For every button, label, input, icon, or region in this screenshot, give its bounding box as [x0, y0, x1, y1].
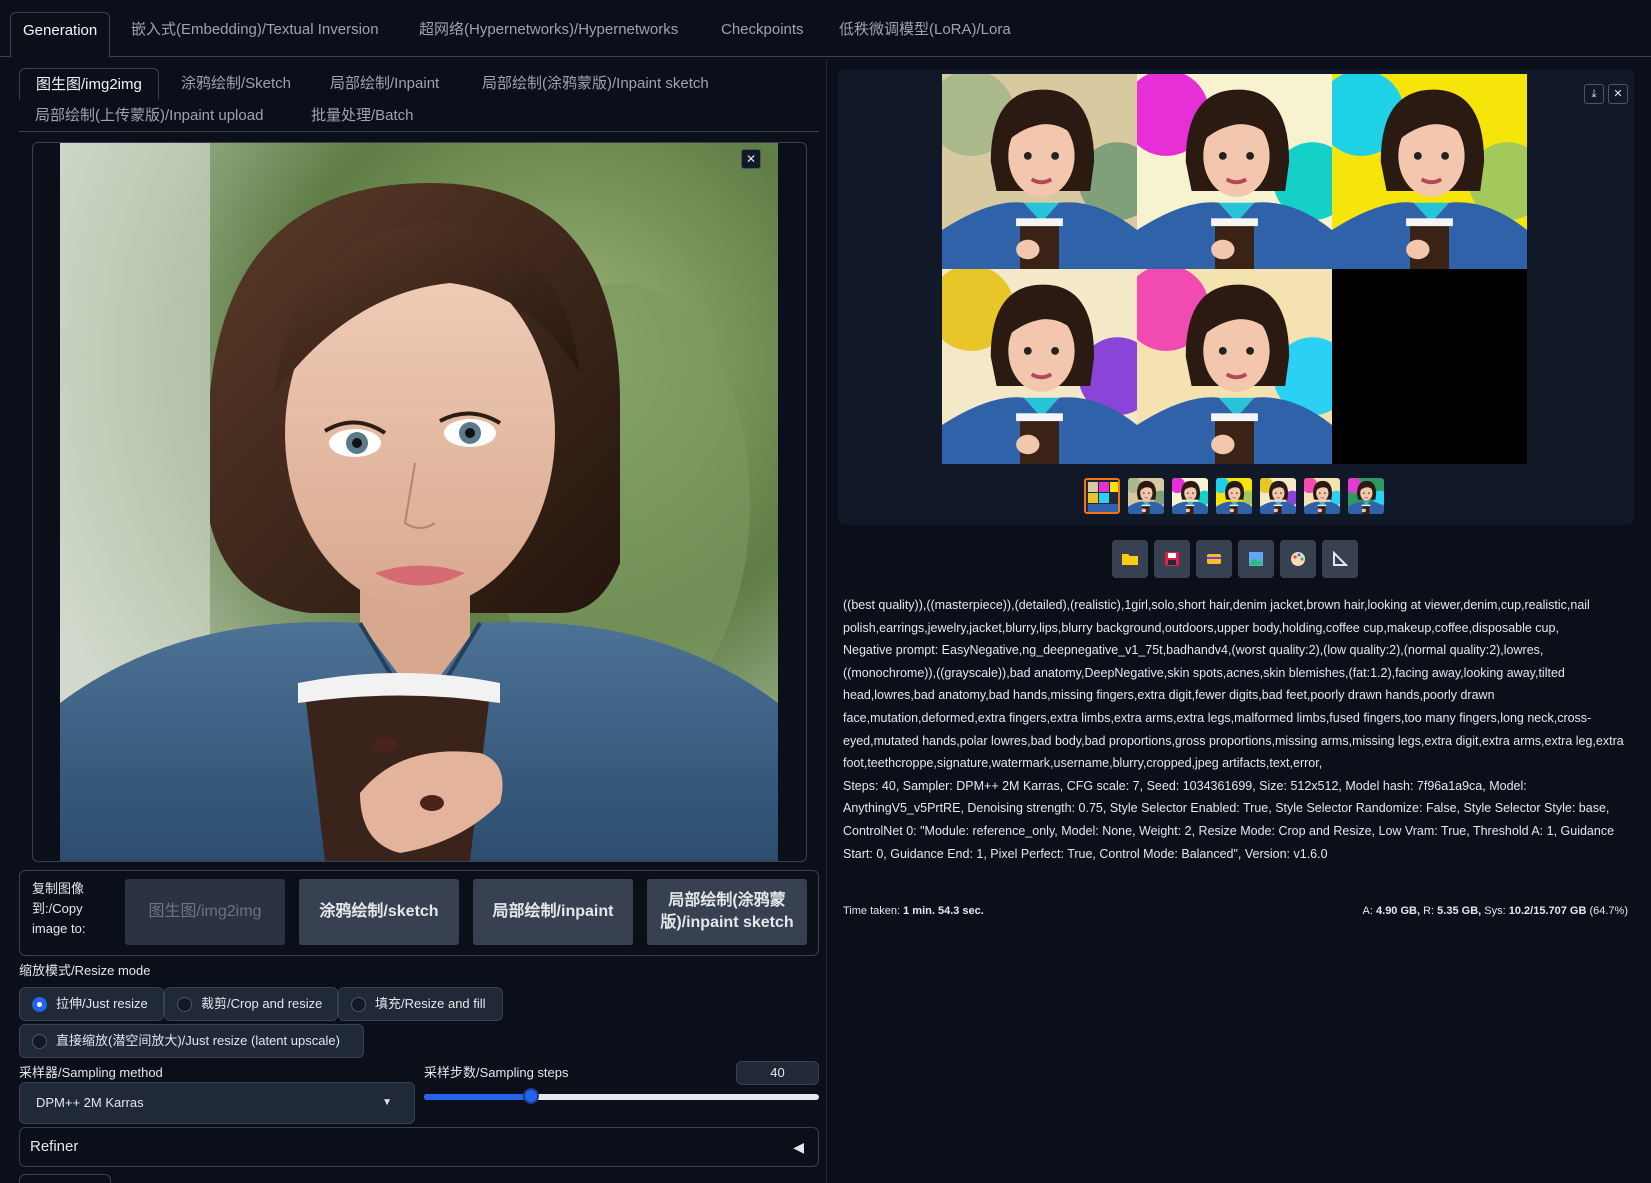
radio-label: 裁剪/Crop and resize [201, 996, 323, 1011]
tab-inpaint[interactable]: 局部绘制/Inpaint [314, 68, 455, 100]
radio-label: 直接缩放(潜空间放大)/Just resize (latent upscale) [56, 1033, 340, 1048]
resize-and-fill[interactable]: 填充/Resize and fill [338, 987, 503, 1021]
tab-sketch[interactable]: 涂鸦绘制/Sketch [165, 68, 307, 100]
resize-crop-and-resize[interactable]: 裁剪/Crop and resize [164, 987, 338, 1021]
prompt-text: ((best quality)),((masterpiece)),(detail… [843, 598, 1590, 635]
refiner-accordion[interactable]: Refiner ◀ [19, 1127, 819, 1167]
image-icon[interactable] [1238, 540, 1274, 578]
slider-fill [424, 1094, 531, 1100]
gallery-thumbnail[interactable] [1172, 478, 1208, 514]
vram-pct: (64.7%) [1589, 905, 1628, 917]
negative-prompt-text: Negative prompt: EasyNegative,ng_deepneg… [843, 643, 1624, 771]
resize-latent-upscale[interactable]: 直接缩放(潜空间放大)/Just resize (latent upscale) [19, 1024, 364, 1058]
input-image [60, 143, 778, 861]
bottom-partial-element [19, 1174, 111, 1183]
generation-info: ((best quality)),((masterpiece)),(detail… [843, 594, 1633, 865]
chevron-down-icon: ▼ [382, 1097, 392, 1108]
output-gallery: ⤓ ✕ [838, 70, 1634, 525]
gallery-thumbnail[interactable] [1260, 478, 1296, 514]
top-tab-bar: Generation 嵌入式(Embedding)/Textual Invers… [0, 0, 1651, 58]
tab-inpaint-upload[interactable]: 局部绘制(上传蒙版)/Inpaint upload [19, 100, 279, 132]
resize-just-resize[interactable]: 拉伸/Just resize [19, 987, 164, 1021]
vram-a: 4.90 GB, [1376, 905, 1421, 917]
radio-dot [32, 1034, 47, 1049]
tab-lora[interactable]: 低秩微调模型(LoRA)/Lora [827, 12, 1023, 58]
app-root: Generation 嵌入式(Embedding)/Textual Invers… [0, 0, 1651, 1183]
steps-number-input[interactable]: 40 [736, 1061, 819, 1085]
radio-dot [32, 997, 47, 1012]
sampler-value: DPM++ 2M Karras [36, 1095, 144, 1110]
output-image[interactable] [1137, 269, 1332, 464]
time-taken: Time taken: 1 min. 54.3 sec. [843, 905, 984, 917]
vram-sys-label: Sys: [1484, 905, 1506, 917]
output-image[interactable] [1137, 74, 1332, 269]
tab-inpaint-sketch[interactable]: 局部绘制(涂鸦蒙版)/Inpaint sketch [466, 68, 725, 100]
palette-icon[interactable] [1280, 540, 1316, 578]
clear-image-icon[interactable]: ✕ [741, 149, 761, 169]
zip-icon[interactable] [1196, 540, 1232, 578]
output-image[interactable] [942, 269, 1137, 464]
slider-thumb[interactable] [522, 1088, 539, 1104]
close-icon[interactable]: ✕ [1608, 84, 1628, 104]
steps-slider[interactable] [424, 1088, 819, 1104]
output-image[interactable] [1332, 74, 1527, 269]
vram-usage: A: 4.90 GB, R: 5.35 GB, Sys: 10.2/15.707… [1363, 905, 1628, 917]
gallery-thumbnail[interactable] [1216, 478, 1252, 514]
tab-textual-inversion[interactable]: 嵌入式(Embedding)/Textual Inversion [119, 12, 391, 58]
input-image-panel[interactable]: ✕ [32, 142, 807, 862]
tab-divider [19, 131, 819, 132]
tab-hypernetworks[interactable]: 超网络(Hypernetworks)/Hypernetworks [407, 12, 690, 58]
copy-to-inpaint-button[interactable]: 局部绘制/inpaint [473, 879, 633, 945]
sampler-select[interactable]: DPM++ 2M Karras ▼ [19, 1082, 415, 1124]
ruler-icon[interactable] [1322, 540, 1358, 578]
time-value: 1 min. 54.3 sec. [903, 905, 984, 917]
gallery-thumbnail[interactable] [1128, 478, 1164, 514]
output-image[interactable] [942, 74, 1137, 269]
save-icon[interactable] [1154, 540, 1190, 578]
copy-to-sketch-button[interactable]: 涂鸦绘制/sketch [299, 879, 459, 945]
gallery-thumbnail[interactable] [1084, 478, 1120, 514]
column-divider [826, 60, 827, 1183]
gallery-thumbnail[interactable] [1348, 478, 1384, 514]
copy-image-to-row: 复制图像到:/Copy image to: 图生图/img2img 涂鸦绘制/s… [19, 870, 819, 956]
radio-label: 拉伸/Just resize [56, 996, 148, 1011]
sampler-label: 采样器/Sampling method [19, 1065, 163, 1080]
folder-icon[interactable] [1112, 540, 1148, 578]
vram-r: 5.35 GB, [1437, 905, 1482, 917]
steps-label: 采样步数/Sampling steps [424, 1065, 569, 1080]
resize-mode-label: 缩放模式/Resize mode [19, 963, 151, 978]
tab-generation[interactable]: Generation [10, 12, 111, 58]
output-image-grid[interactable] [942, 74, 1527, 464]
vram-sys: 10.2/15.707 GB [1508, 905, 1587, 917]
vram-a-label: A: [1362, 905, 1373, 917]
radio-dot [351, 997, 366, 1012]
copy-image-label: 复制图像到:/Copy image to: [32, 881, 86, 936]
tab-img2img[interactable]: 图生图/img2img [19, 68, 159, 100]
gallery-thumbnail[interactable] [1304, 478, 1340, 514]
refiner-label: Refiner [30, 1138, 79, 1155]
time-label: Time taken: [843, 905, 901, 917]
tab-checkpoints[interactable]: Checkpoints [709, 12, 816, 58]
radio-dot [177, 997, 192, 1012]
collapse-triangle-icon: ◀ [793, 1139, 804, 1155]
download-icon[interactable]: ⤓ [1584, 84, 1604, 104]
vram-r-label: R: [1423, 905, 1435, 917]
radio-label: 填充/Resize and fill [375, 996, 486, 1011]
copy-to-img2img-button[interactable]: 图生图/img2img [125, 879, 285, 945]
parameters-text: Steps: 40, Sampler: DPM++ 2M Karras, CFG… [843, 778, 1615, 861]
copy-to-inpaint-sketch-button[interactable]: 局部绘制(涂鸦蒙版)/inpaint sketch [647, 879, 807, 945]
tab-batch[interactable]: 批量处理/Batch [295, 100, 430, 132]
